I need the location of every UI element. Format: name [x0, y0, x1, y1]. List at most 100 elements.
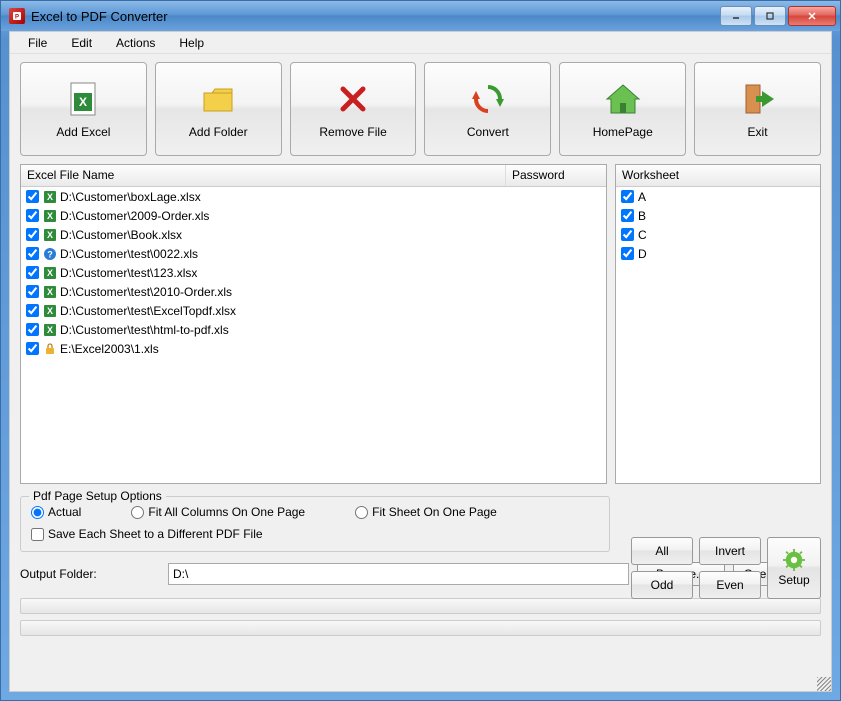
- menu-actions[interactable]: Actions: [106, 34, 165, 52]
- table-row[interactable]: XD:\Customer\Book.xlsx: [21, 225, 606, 244]
- worksheet-name: C: [638, 228, 647, 242]
- status-scrollbar-bottom[interactable]: [20, 620, 821, 636]
- table-row[interactable]: XD:\Customer\test\html-to-pdf.xls: [21, 320, 606, 339]
- file-path: D:\Customer\boxLage.xlsx: [60, 190, 201, 204]
- homepage-label: HomePage: [593, 125, 653, 139]
- table-row[interactable]: C: [616, 225, 820, 244]
- excel-file-icon: X: [63, 79, 103, 119]
- convert-label: Convert: [467, 125, 509, 139]
- excel-icon: X: [43, 285, 57, 299]
- app-icon: P: [9, 8, 25, 24]
- row-checkbox[interactable]: [26, 190, 39, 203]
- add-excel-button[interactable]: X Add Excel: [20, 62, 147, 156]
- row-checkbox[interactable]: [26, 209, 39, 222]
- maximize-button[interactable]: [754, 6, 786, 26]
- exit-label: Exit: [748, 125, 768, 139]
- row-checkbox[interactable]: [621, 209, 634, 222]
- table-row[interactable]: ? D:\Customer\test\0022.xls: [21, 244, 606, 263]
- row-checkbox[interactable]: [621, 228, 634, 241]
- window-title: Excel to PDF Converter: [31, 9, 720, 24]
- add-folder-label: Add Folder: [189, 125, 248, 139]
- worksheet-name: B: [638, 209, 646, 223]
- excel-icon: X: [43, 228, 57, 242]
- excel-icon: X: [43, 266, 57, 280]
- worksheet-name: D: [638, 247, 647, 261]
- table-row[interactable]: XD:\Customer\test\123.xlsx: [21, 263, 606, 282]
- row-checkbox[interactable]: [621, 190, 634, 203]
- menu-file[interactable]: File: [18, 34, 57, 52]
- window-controls: [720, 6, 836, 26]
- invert-button[interactable]: Invert: [699, 537, 761, 565]
- check-each-sheet[interactable]: Save Each Sheet to a Different PDF File: [31, 527, 599, 541]
- remove-file-button[interactable]: Remove File: [290, 62, 417, 156]
- ws-rows[interactable]: ABCD: [616, 187, 820, 483]
- row-checkbox[interactable]: [26, 304, 39, 317]
- menu-help[interactable]: Help: [169, 34, 214, 52]
- row-checkbox[interactable]: [26, 247, 39, 260]
- radio-fit-columns[interactable]: Fit All Columns On One Page: [131, 505, 305, 519]
- exit-button[interactable]: Exit: [694, 62, 821, 156]
- col-filename-header[interactable]: Excel File Name: [21, 165, 506, 186]
- table-row[interactable]: X D:\Customer\boxLage.xlsx: [21, 187, 606, 206]
- radio-fit-sheet[interactable]: Fit Sheet On One Page: [355, 505, 497, 519]
- row-checkbox[interactable]: [26, 323, 39, 336]
- svg-text:X: X: [47, 192, 53, 202]
- row-checkbox[interactable]: [26, 342, 39, 355]
- convert-arrows-icon: [468, 79, 508, 119]
- file-path: D:\Customer\test\2010-Order.xls: [60, 285, 232, 299]
- table-row[interactable]: D: [616, 244, 820, 263]
- resize-grip[interactable]: [817, 677, 831, 691]
- file-path: D:\Customer\2009-Order.xls: [60, 209, 209, 223]
- table-row[interactable]: XD:\Customer\test\2010-Order.xls: [21, 282, 606, 301]
- output-folder-label: Output Folder:: [20, 567, 160, 581]
- even-button[interactable]: Even: [699, 571, 761, 599]
- minimize-button[interactable]: [720, 6, 752, 26]
- convert-button[interactable]: Convert: [424, 62, 551, 156]
- menubar: File Edit Actions Help: [10, 32, 831, 54]
- table-row[interactable]: XD:\Customer\test\ExcelTopdf.xlsx: [21, 301, 606, 320]
- file-path: D:\Customer\Book.xlsx: [60, 228, 182, 242]
- svg-text:X: X: [79, 95, 87, 109]
- file-grid-header: Excel File Name Password: [21, 165, 606, 187]
- table-row[interactable]: A: [616, 187, 820, 206]
- row-checkbox[interactable]: [621, 247, 634, 260]
- svg-text:X: X: [47, 268, 53, 278]
- excel-icon: X: [43, 304, 57, 318]
- svg-text:P: P: [15, 15, 19, 21]
- titlebar[interactable]: P Excel to PDF Converter: [1, 1, 840, 31]
- output-folder-input[interactable]: [168, 563, 629, 585]
- row-checkbox[interactable]: [26, 266, 39, 279]
- col-password-header[interactable]: Password: [506, 165, 606, 186]
- file-path: D:\Customer\test\0022.xls: [60, 247, 198, 261]
- svg-text:X: X: [47, 211, 53, 221]
- col-worksheet-header[interactable]: Worksheet: [616, 165, 820, 186]
- lock-icon: [43, 342, 57, 356]
- status-scrollbar-top[interactable]: [20, 598, 821, 614]
- file-list-panel: Excel File Name Password X D:\Customer\bo…: [20, 164, 607, 484]
- menu-edit[interactable]: Edit: [61, 34, 102, 52]
- client-area: File Edit Actions Help X Add Excel Add F…: [9, 31, 832, 692]
- svg-text:?: ?: [47, 249, 53, 259]
- svg-text:X: X: [47, 306, 53, 316]
- radio-actual[interactable]: Actual: [31, 505, 81, 519]
- all-button[interactable]: All: [631, 537, 693, 565]
- gear-icon: [783, 549, 805, 571]
- table-row[interactable]: B: [616, 206, 820, 225]
- homepage-button[interactable]: HomePage: [559, 62, 686, 156]
- table-row[interactable]: E:\Excel2003\1.xls: [21, 339, 606, 358]
- file-rows[interactable]: XD:\Customer\boxLage.xlsxXD:\Customer\20…: [21, 187, 606, 483]
- remove-file-label: Remove File: [319, 125, 386, 139]
- folder-icon: [198, 79, 238, 119]
- table-row[interactable]: X D:\Customer\2009-Order.xls: [21, 206, 606, 225]
- remove-x-icon: [333, 79, 373, 119]
- info-icon: ?: [43, 247, 57, 261]
- file-path: E:\Excel2003\1.xls: [60, 342, 159, 356]
- row-checkbox[interactable]: [26, 228, 39, 241]
- add-folder-button[interactable]: Add Folder: [155, 62, 282, 156]
- setup-button[interactable]: Setup: [767, 537, 821, 599]
- close-button[interactable]: [788, 6, 836, 26]
- excel-icon: X: [43, 209, 57, 223]
- row-checkbox[interactable]: [26, 285, 39, 298]
- odd-button[interactable]: Odd: [631, 571, 693, 599]
- excel-icon: X: [43, 323, 57, 337]
